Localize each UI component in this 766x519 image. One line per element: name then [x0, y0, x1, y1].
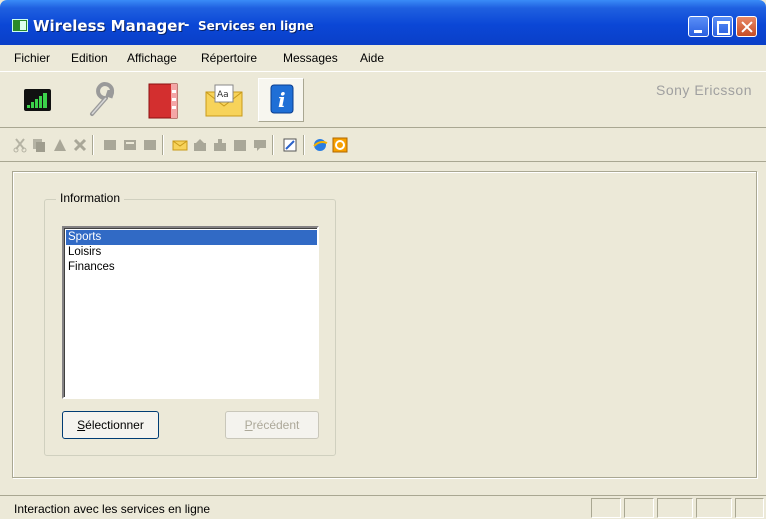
paste-icon[interactable] [52, 137, 68, 153]
status-pane [591, 498, 621, 518]
info-button[interactable]: i [258, 78, 304, 122]
archive-icon[interactable] [232, 137, 248, 153]
minimize-button[interactable] [688, 16, 709, 37]
cut-icon[interactable] [12, 137, 28, 153]
new-message-icon[interactable] [172, 137, 188, 153]
list-item[interactable]: Finances [66, 260, 317, 275]
phonebook-icon [148, 83, 178, 119]
messages-icon: Aa [205, 84, 243, 117]
menu-fichier[interactable]: Fichier [14, 51, 50, 65]
forward-icon[interactable] [142, 137, 158, 153]
edit-icon[interactable] [282, 137, 298, 153]
menu-bar: Fichier Edition Affichage Répertoire Mes… [0, 45, 766, 71]
send-icon[interactable] [102, 137, 118, 153]
info-icon: i [270, 84, 294, 114]
delete-icon[interactable] [72, 137, 88, 153]
phonebook-button[interactable] [141, 78, 187, 122]
browser-icon[interactable] [312, 137, 328, 153]
copy-icon[interactable] [31, 137, 47, 153]
main-toolbar: Aa i Sony Ericsson [0, 71, 766, 128]
settings-button[interactable] [80, 78, 126, 122]
toolbar-separator [303, 135, 305, 155]
menu-affichage[interactable]: Affichage [127, 51, 177, 65]
page-title: Services en ligne [198, 19, 314, 33]
previous-button[interactable]: Précédent [225, 411, 319, 439]
list-item[interactable]: Loisirs [66, 245, 317, 260]
menu-messages[interactable]: Messages [283, 51, 338, 65]
select-button[interactable]: Sélectionner [62, 411, 159, 439]
status-pane [696, 498, 732, 518]
connection-button[interactable] [14, 78, 60, 122]
title-bar[interactable]: Wireless Manager - Services en ligne [0, 0, 766, 45]
brand-logo: Sony Ericsson [656, 82, 752, 98]
app-icon [12, 19, 28, 32]
menu-edition[interactable]: Edition [71, 51, 108, 65]
toolbar-separator [272, 135, 274, 155]
svg-text:Aa: Aa [217, 90, 229, 100]
menu-repertoire[interactable]: Répertoire [201, 51, 257, 65]
messages-button[interactable]: Aa [201, 78, 247, 122]
wrench-icon [90, 82, 115, 116]
group-label: Information [56, 191, 125, 205]
status-pane [657, 498, 693, 518]
services-listbox[interactable]: Sports Loisirs Finances [62, 226, 319, 399]
app-title: Wireless Manager [33, 17, 185, 35]
toolbar-separator [92, 135, 94, 155]
secondary-toolbar [0, 128, 766, 162]
outbox-icon[interactable] [212, 137, 228, 153]
maximize-button[interactable] [712, 16, 733, 37]
status-bar: Interaction avec les services en ligne [0, 495, 766, 519]
inbox-icon[interactable] [192, 137, 208, 153]
signal-icon [24, 89, 51, 111]
menu-aide[interactable]: Aide [360, 51, 384, 65]
status-pane [735, 498, 764, 518]
list-item[interactable]: Sports [66, 230, 317, 245]
close-button[interactable] [736, 16, 757, 37]
svg-text:i: i [278, 88, 286, 112]
toolbar-separator [162, 135, 164, 155]
status-text: Interaction avec les services en ligne [14, 502, 211, 516]
title-separator: - [184, 18, 190, 33]
reply-icon[interactable] [122, 137, 138, 153]
sync-icon[interactable] [332, 137, 348, 153]
chat-icon[interactable] [252, 137, 268, 153]
status-pane [624, 498, 654, 518]
